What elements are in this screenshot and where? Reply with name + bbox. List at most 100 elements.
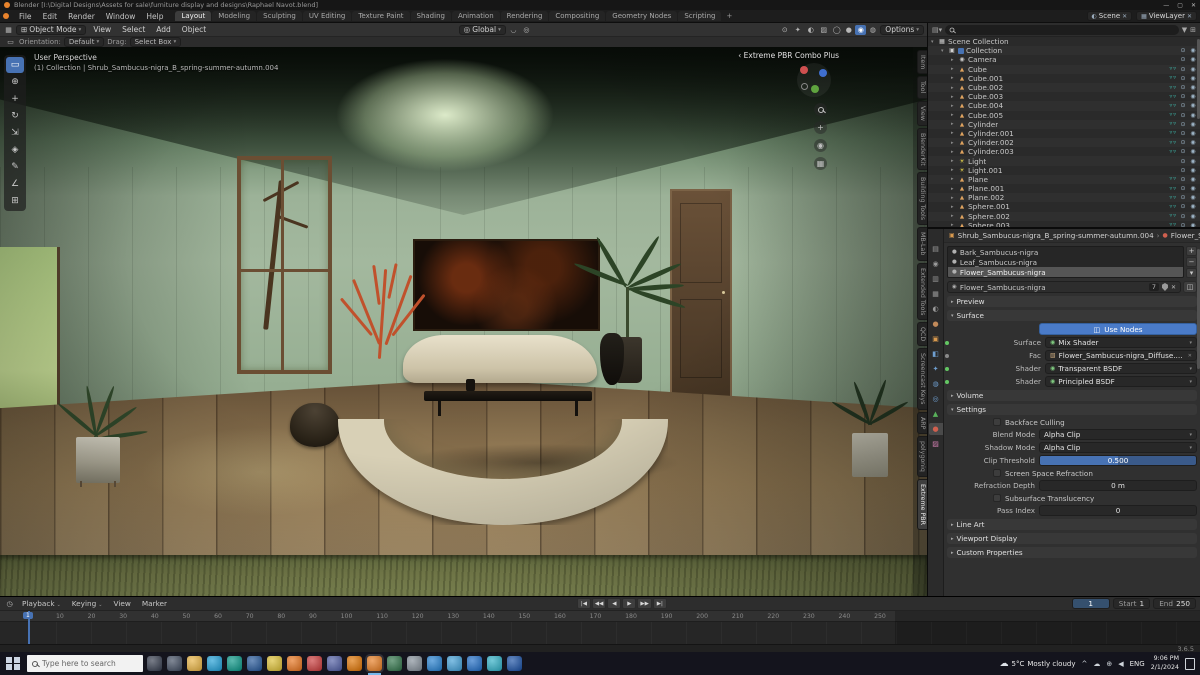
timeline-editor-icon[interactable]: ◷ (4, 599, 15, 609)
screen-space-refraction-checkbox[interactable] (993, 469, 1001, 477)
current-frame-field[interactable]: 1 (1072, 598, 1110, 609)
workspace-tab[interactable]: Animation (452, 11, 500, 21)
breadcrumb-material[interactable]: Flower_Sambucus-nigra (1171, 231, 1200, 240)
taskbar-app-icon[interactable] (427, 656, 442, 671)
taskbar-app-icon[interactable] (287, 656, 302, 671)
sidebar-tab[interactable]: Extended Tools (917, 263, 927, 320)
filter-icon[interactable]: ▼ (1182, 26, 1187, 34)
transport-button[interactable]: ▶ (622, 598, 636, 609)
editor-type-icon[interactable]: ▦ (3, 25, 14, 35)
outliner-search[interactable] (945, 25, 1179, 35)
sidebar-tab[interactable]: QCD (917, 322, 927, 346)
disable-render-toggle[interactable]: ◉ (1189, 130, 1197, 137)
disable-render-toggle[interactable]: ◉ (1189, 84, 1197, 91)
object-name[interactable]: Light (968, 157, 986, 166)
tool-button[interactable]: ↻ (6, 108, 24, 124)
hide-viewport-toggle[interactable]: ⊙ (1179, 194, 1187, 201)
taskbar-app-icon[interactable] (447, 656, 462, 671)
axis-x-handle[interactable] (800, 66, 808, 74)
subsurface-translucency-checkbox[interactable] (993, 494, 1001, 502)
outliner-row[interactable]: Collection ⊙ ◉ (928, 46, 1200, 55)
navigation-gizmo[interactable] (797, 63, 831, 97)
outliner-row[interactable]: Cube ⊙ ◉ (928, 65, 1200, 74)
hide-viewport-toggle[interactable]: ⊙ (1179, 213, 1187, 220)
section-custom-properties[interactable]: ▸Custom Properties (947, 547, 1197, 558)
properties-tab[interactable]: ◍ (929, 378, 943, 390)
material-datablock-field[interactable]: ◉ Flower_Sambucus-nigra 7 ✕ (947, 281, 1181, 293)
menu-item[interactable]: Window (101, 11, 141, 22)
material-slot[interactable]: ● Flower_Sambucus-nigra (948, 267, 1183, 277)
use-nodes-button[interactable]: ◫ Use Nodes (1039, 323, 1197, 335)
taskbar-app-icon[interactable] (507, 656, 522, 671)
hide-viewport-toggle[interactable]: ⊙ (1179, 158, 1187, 165)
playhead-frame-chip[interactable]: 1 (23, 612, 33, 619)
object-name[interactable]: Cube (968, 65, 987, 74)
workspace-tab[interactable]: Geometry Nodes (606, 11, 677, 21)
addon-panel-label[interactable]: ‹ Extreme PBR Combo Plus (738, 51, 839, 60)
transport-button[interactable]: ▶| (653, 598, 667, 609)
section-volume[interactable]: ▸Volume (947, 390, 1197, 401)
minimize-button[interactable]: — (1163, 2, 1169, 9)
menu-item[interactable]: File (14, 11, 37, 22)
disable-render-toggle[interactable]: ◉ (1189, 148, 1197, 155)
unlink-viewlayer-icon[interactable]: ✕ (1187, 13, 1192, 20)
refraction-depth-field[interactable]: 0 m (1039, 480, 1197, 491)
object-name[interactable]: Cylinder (968, 120, 998, 129)
section-settings[interactable]: ▾Settings (947, 404, 1197, 415)
chaise-sofa[interactable] (403, 335, 597, 383)
menu-item[interactable]: Edit (38, 11, 63, 22)
shading-solid-icon[interactable]: ● (843, 25, 854, 35)
properties-tab[interactable]: ● (929, 318, 943, 330)
properties-tab[interactable]: ▥ (929, 273, 943, 285)
orientation-setting-dropdown[interactable]: Default ▾ (64, 37, 104, 47)
blender-menu-icon[interactable] (3, 13, 9, 19)
tray-chevron-icon[interactable]: ^ (1081, 660, 1087, 668)
shader1-dropdown[interactable]: ◉ Transparent BSDF ▾ (1045, 363, 1197, 374)
taskbar-app-icon[interactable] (147, 656, 162, 671)
outliner-row[interactable]: Cube.003 ⊙ ◉ (928, 92, 1200, 101)
outliner-row[interactable]: Sphere.002 ⊙ ◉ (928, 212, 1200, 221)
planter-left[interactable] (52, 377, 162, 487)
outliner-row[interactable]: Sphere.001 ⊙ ◉ (928, 202, 1200, 211)
disable-render-toggle[interactable]: ◉ (1189, 213, 1197, 220)
workspace-tab[interactable]: Texture Paint (352, 11, 409, 21)
timeline-track-area[interactable]: 1020304050607080901001101201301401501601… (0, 611, 1200, 644)
workspace-tab[interactable]: Compositing (549, 11, 605, 21)
mode-dropdown[interactable]: ⊞ Object Mode ▾ (16, 25, 86, 35)
tool-button[interactable]: ▭ (6, 57, 24, 73)
tool-button[interactable]: ⇲ (6, 125, 24, 141)
object-name[interactable]: Cylinder.002 (968, 138, 1014, 147)
shading-wireframe-icon[interactable]: ◯ (831, 25, 842, 35)
grass[interactable] (0, 555, 927, 596)
disable-render-toggle[interactable]: ◉ (1189, 139, 1197, 146)
outliner-row[interactable]: Cylinder.001 ⊙ ◉ (928, 129, 1200, 138)
disable-render-toggle[interactable]: ◉ (1189, 56, 1197, 63)
viewlayer-selector[interactable]: ▦ ViewLayer ✕ (1136, 11, 1197, 21)
unlink-material-icon[interactable]: ✕ (1171, 284, 1176, 291)
taskbar-app-icon[interactable] (387, 656, 402, 671)
outliner-row[interactable]: Plane.001 ⊙ ◉ (928, 184, 1200, 193)
disable-render-toggle[interactable]: ◉ (1189, 102, 1197, 109)
3d-scene[interactable] (0, 47, 927, 596)
surface-shader-dropdown[interactable]: ◉ Mix Shader ▾ (1045, 337, 1197, 348)
object-name[interactable]: Cylinder.003 (968, 147, 1014, 156)
collection-checkbox[interactable] (958, 48, 964, 54)
object-name[interactable]: Camera (968, 55, 997, 64)
outliner-row[interactable]: Light ⊙ ◉ (928, 156, 1200, 165)
outliner-row[interactable]: Plane.002 ⊙ ◉ (928, 193, 1200, 202)
hide-viewport-toggle[interactable]: ⊙ (1179, 130, 1187, 137)
workspace-tab[interactable]: Scripting (678, 11, 721, 21)
transport-button[interactable]: ◀ (607, 598, 621, 609)
taskbar-app-icon[interactable] (227, 656, 242, 671)
tool-button[interactable]: ✎ (6, 159, 24, 175)
object-name[interactable]: Cube.001 (968, 74, 1003, 83)
disable-render-toggle[interactable]: ◉ (1189, 158, 1197, 165)
taskbar-app-icon[interactable] (267, 656, 282, 671)
playhead[interactable]: 1 (28, 611, 30, 644)
hide-viewport-toggle[interactable]: ⊙ (1179, 148, 1187, 155)
hide-viewport-toggle[interactable]: ⊙ (1179, 112, 1187, 119)
transport-button[interactable]: ◀◀ (592, 598, 606, 609)
tool-button[interactable]: ∠ (6, 176, 24, 192)
object-name[interactable]: Plane.002 (968, 193, 1004, 202)
disable-render-toggle[interactable]: ◉ (1189, 75, 1197, 82)
